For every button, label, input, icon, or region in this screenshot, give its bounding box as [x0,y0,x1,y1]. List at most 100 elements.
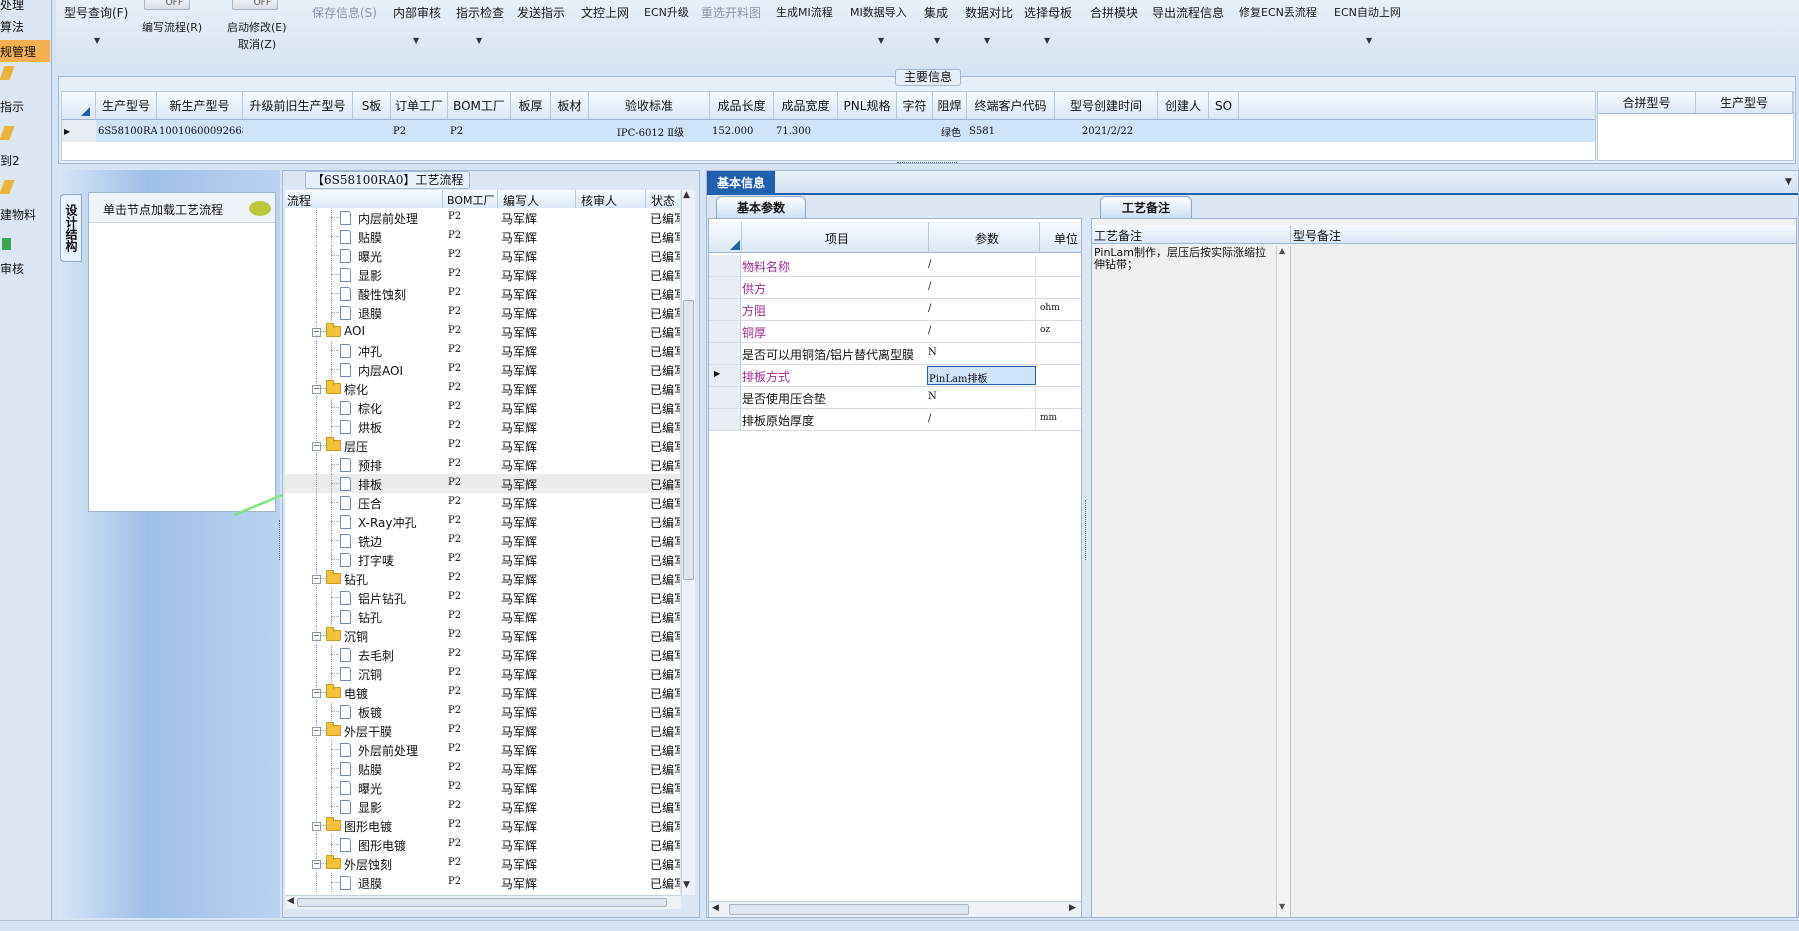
tree-node[interactable]: 酸性蚀刻 P2 马军辉 已编写 [285,284,680,303]
tree-node[interactable]: 内层前处理 P2 马军辉 已编写 [285,208,680,227]
table-cell[interactable] [838,120,897,142]
tree-node[interactable]: 外层前处理 P2 马军辉 已编写 [285,740,680,759]
repair-ecn-button[interactable]: 修复ECN丢流程 [1239,4,1317,20]
model-query-button[interactable]: 型号查询(F) [64,4,128,21]
grid-corner[interactable] [62,92,96,119]
tree-node[interactable]: 曝光 P2 马军辉 已编写 [285,778,680,797]
column-header[interactable]: BOM工厂 [448,92,511,119]
tree-node[interactable]: 排板 P2 马军辉 已编写 [285,474,680,493]
tree-node[interactable]: − 外层干膜 P2 马军辉 已编写 [285,721,680,740]
chevron-down-icon[interactable]: ▼ [878,36,884,45]
tree-node[interactable]: 贴膜 P2 马军辉 已编写 [285,227,680,246]
param-value[interactable]: / [927,256,1036,275]
column-header[interactable]: 板厚 [511,92,551,119]
column-header[interactable]: 板材 [551,92,589,119]
table-cell[interactable]: IPC-6012 Ⅱ级 [589,120,710,142]
column-header[interactable]: PNL规格 [838,92,897,119]
tree-node[interactable]: 冲孔 P2 马军辉 已编写 [285,341,680,360]
scroll-thumb[interactable] [683,300,694,580]
table-cell[interactable] [1158,120,1209,142]
row-selector[interactable] [709,299,741,320]
sidebar-item[interactable]: 指示 [0,98,50,115]
tree-node[interactable]: 铝片钻孔 P2 马军辉 已编写 [285,588,680,607]
tree-node[interactable]: 棕化 P2 马军辉 已编写 [285,398,680,417]
table-cell[interactable]: 2021/2/22 [1055,120,1158,142]
table-row[interactable]: ▶6S58100RA010010600092668 P2P2 IPC-6012 Ⅱ级… [62,120,1595,142]
sidebar-item[interactable]: 审核 [0,260,50,277]
scrollbar-vertical[interactable]: ▲ ▼ [1276,246,1290,917]
table-cell[interactable]: 152.000 [710,120,774,142]
internal-audit-button[interactable]: 内部审核 [393,4,441,21]
column-header[interactable]: 生产型号 [96,92,157,119]
instruction-check-button[interactable]: 指示检查 [456,4,504,21]
scroll-thumb[interactable] [297,898,667,907]
column-header[interactable]: 字符 [897,92,933,119]
param-row[interactable]: 方阻 / ohm [709,299,1081,321]
column-header[interactable]: 升级前旧生产型号 [243,92,353,119]
table-cell[interactable]: S581 [967,120,1055,142]
export-flow-info-button[interactable]: 导出流程信息 [1152,4,1224,21]
param-value[interactable]: N [927,344,1036,363]
integrate-button[interactable]: 集成 [924,4,948,21]
tree-node[interactable]: 显影 P2 马军辉 已编写 [285,265,680,284]
tree-node[interactable]: 图形电镀 P2 马军辉 已编写 [285,835,680,854]
tree-node[interactable]: − 钻孔 P2 马军辉 已编写 [285,569,680,588]
tree-node[interactable]: − 电镀 P2 马军辉 已编写 [285,683,680,702]
sidebar-item[interactable]: 处理 [0,0,50,13]
chevron-down-icon[interactable]: ▼ [984,36,990,45]
param-value[interactable]: / [927,322,1036,341]
tree-node[interactable]: X-Ray冲孔 P2 马军辉 已编写 [285,512,680,531]
chevron-down-icon[interactable]: ▼ [1044,36,1050,45]
tree-node[interactable]: 内层AOI P2 马军辉 已编写 [285,360,680,379]
col-bom-factory[interactable]: BOM工厂 [447,192,495,208]
generate-mi-flow-button[interactable]: 生成MI流程 [776,4,833,20]
param-value[interactable]: / [927,278,1036,297]
mi-data-import-button[interactable]: MI数据导入 [850,4,907,20]
param-value[interactable]: / [927,410,1036,429]
tree-node[interactable]: 退膜 P2 马军辉 已编写 [285,873,680,892]
column-header[interactable]: 阻焊 [933,92,967,119]
ecn-auto-online-button[interactable]: ECN自动上网 [1334,4,1401,20]
chevron-down-icon[interactable]: ▼ [94,36,100,45]
param-row[interactable]: 物料名称 / [709,255,1081,277]
row-selector[interactable] [709,343,741,364]
model-remark-text[interactable] [1292,246,1796,917]
tree-node[interactable]: − AOI P2 马军辉 已编写 [285,322,680,341]
param-row[interactable]: ▶ 排板方式 PinLam排板 [709,365,1081,387]
table-cell[interactable] [897,120,933,142]
col-process-remark[interactable]: 工艺备注 [1094,227,1142,244]
collapse-icon[interactable]: − [312,575,321,584]
table-cell[interactable] [511,120,551,142]
basic-info-tab[interactable]: 基本信息 [707,171,775,195]
merge-model-header[interactable]: 合拼型号 [1598,92,1696,113]
collapse-icon[interactable]: − [312,860,321,869]
vertical-tab[interactable]: 设计结构 [60,194,82,262]
chevron-down-icon[interactable]: ▼ [413,36,419,45]
table-cell[interactable] [551,120,589,142]
col-model-remark[interactable]: 型号备注 [1293,227,1341,244]
col-reviewer[interactable]: 核审人 [581,192,617,209]
collapse-icon[interactable]: − [312,328,321,337]
tree-node[interactable]: 沉铜 P2 马军辉 已编写 [285,664,680,683]
tree-node[interactable]: 预排 P2 马军辉 已编写 [285,455,680,474]
toggle-switch[interactable]: OFF [144,0,190,10]
row-selector[interactable] [709,255,741,276]
process-remarks-tab[interactable]: 工艺备注 [1100,196,1192,218]
row-selector[interactable] [709,321,741,342]
param-value[interactable]: / [927,300,1036,319]
select-mother-board-button[interactable]: 选择母板 [1024,4,1072,21]
param-row[interactable]: 铜厚 / oz [709,321,1081,343]
sidebar-item[interactable]: 到2 [0,152,50,169]
sidebar-item[interactable]: 建物料 [0,206,50,223]
save-info-button[interactable]: 保存信息(S) [312,4,377,21]
table-cell[interactable]: P2 [391,120,448,142]
col-item[interactable]: 项目 [825,230,849,247]
col-unit[interactable]: 单位 [1054,230,1078,247]
tree-node[interactable]: − 外层蚀刻 P2 马军辉 已编写 [285,854,680,873]
tree-node[interactable]: 板镀 P2 马军辉 已编写 [285,702,680,721]
param-row[interactable]: 供方 / [709,277,1081,299]
table-cell[interactable]: 6S58100RA0 [96,120,157,142]
chevron-down-icon[interactable]: ▼ [476,36,482,45]
tree-node[interactable]: 压合 P2 马军辉 已编写 [285,493,680,512]
scrollbar-vertical[interactable]: ▲ ▼ [681,190,695,895]
